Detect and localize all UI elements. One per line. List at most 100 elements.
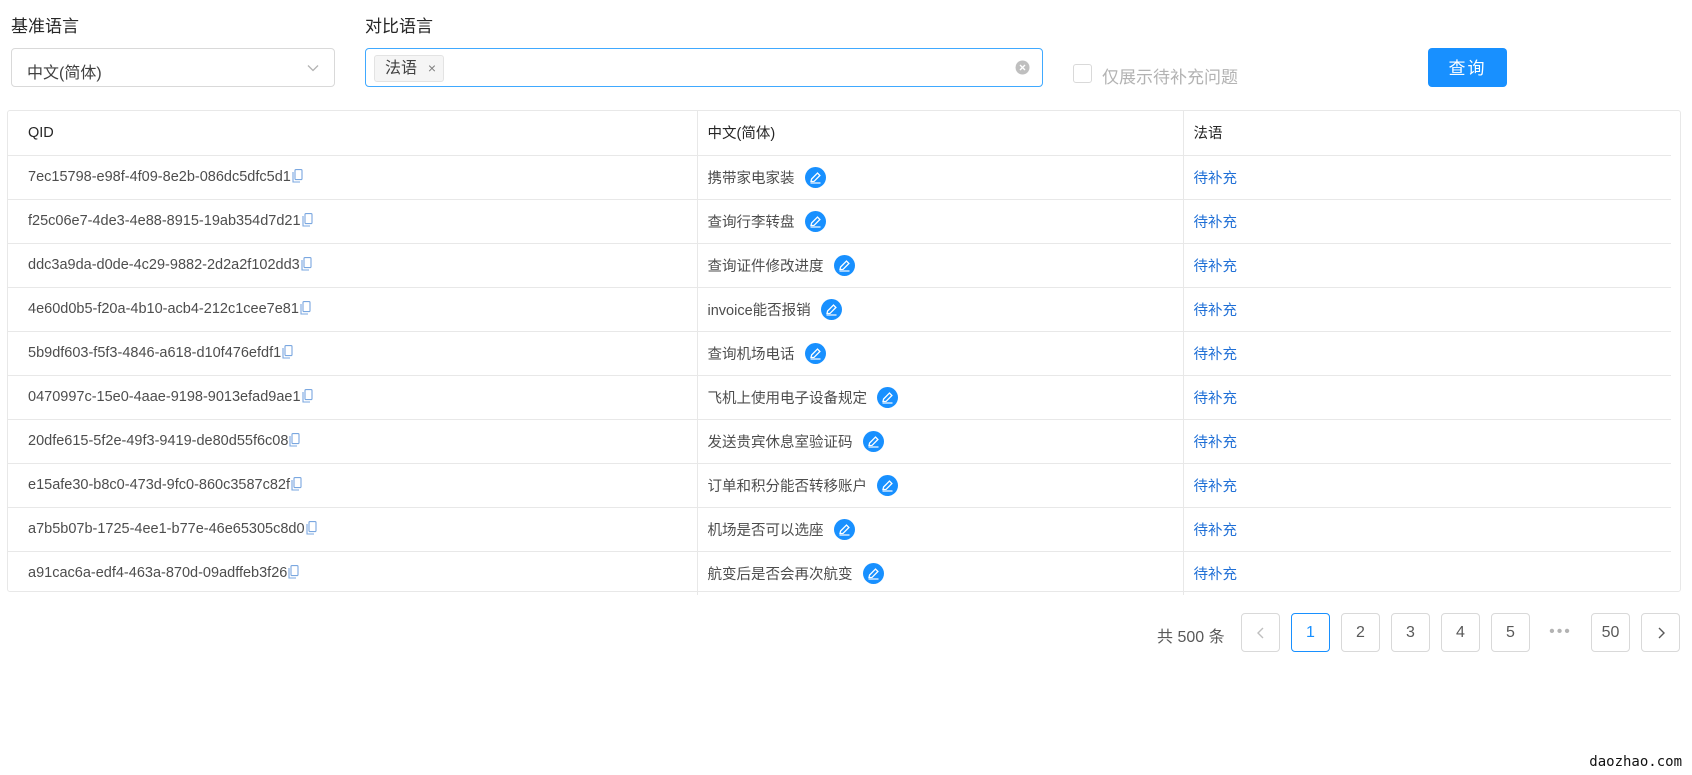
qid-cell: ddc3a9da-d0de-4c29-9882-2d2a2f102dd3	[8, 243, 697, 288]
qid-cell: e15afe30-b8c0-473d-9fc0-860c3587c82f	[8, 463, 697, 508]
total-count: 共 500 条	[1157, 629, 1225, 646]
clear-icon[interactable]	[1015, 60, 1030, 75]
chevron-down-icon	[306, 61, 320, 75]
base-text-cell: 查询机场电话	[696, 331, 1183, 376]
copy-icon[interactable]	[301, 213, 313, 227]
compare-text-cell: 待补充	[1182, 507, 1671, 552]
pending-link[interactable]: 待补充	[1194, 215, 1238, 231]
base-text: 飞机上使用电子设备规定	[707, 390, 868, 407]
edit-icon[interactable]	[833, 254, 855, 276]
pending-link[interactable]: 待补充	[1194, 479, 1238, 495]
base-text-cell: 航变后是否会再次航变	[696, 551, 1183, 595]
compare-language-tag: 法语 ×	[374, 55, 445, 82]
base-text-cell: 订单和积分能否转移账户	[696, 463, 1183, 508]
copy-icon[interactable]	[300, 301, 311, 315]
base-text: 发送贵宾休息室验证码	[707, 434, 853, 451]
copy-icon[interactable]	[292, 169, 303, 183]
pagination: 共 500 条 1 2 3 4 5 ••• 50	[0, 613, 1692, 653]
header-base-language: 中文(简体)	[696, 111, 1183, 156]
pending-link[interactable]: 待补充	[1194, 435, 1238, 451]
prev-page-button[interactable]	[1241, 613, 1280, 652]
copy-icon[interactable]	[301, 389, 313, 403]
copy-icon[interactable]	[291, 477, 302, 491]
page-last[interactable]: 50	[1591, 613, 1630, 652]
qid-text: a7b5b07b-1725-4ee1-b77e-46e65305c8d0	[28, 521, 305, 537]
copy-icon[interactable]	[301, 257, 312, 271]
tag-close-icon[interactable]: ×	[428, 56, 436, 81]
edit-icon[interactable]	[804, 342, 826, 364]
page-3[interactable]: 3	[1391, 613, 1430, 652]
edit-icon[interactable]	[804, 210, 826, 232]
page-1[interactable]: 1	[1291, 613, 1330, 652]
question-table: QID 中文(简体) 法语 7ec15798-e98f-4f09-8e2b-08…	[7, 110, 1681, 595]
qid-cell: 0470997c-15e0-4aae-9198-9013efad9ae1	[8, 375, 697, 420]
compare-text-cell: 待补充	[1182, 287, 1671, 332]
table-row: 5b9df603-f5f3-4846-a618-d10f476efdf1 查询机场…	[8, 331, 1671, 376]
compare-text-cell: 待补充	[1182, 375, 1671, 420]
pending-link[interactable]: 待补充	[1194, 347, 1238, 363]
qid-text: 7ec15798-e98f-4f09-8e2b-086dc5dfc5d1	[28, 169, 291, 185]
qid-text: 5b9df603-f5f3-4846-a618-d10f476efdf1	[28, 345, 282, 361]
base-text: 查询证件修改进度	[707, 258, 824, 275]
base-text: 查询机场电话	[707, 346, 795, 363]
qid-text: f25c06e7-4de3-4e88-8915-19ab354d7d21	[28, 213, 301, 229]
qid-cell: f25c06e7-4de3-4e88-8915-19ab354d7d21	[8, 199, 697, 244]
edit-icon[interactable]	[804, 166, 826, 188]
chevron-left-icon	[1256, 627, 1263, 639]
base-language-label: 基准语言	[11, 17, 79, 36]
base-text-cell: 携带家电家装	[696, 155, 1183, 200]
table-header-row: QID 中文(简体) 法语	[8, 111, 1671, 156]
edit-icon[interactable]	[862, 562, 884, 584]
qid-cell: 5b9df603-f5f3-4846-a618-d10f476efdf1	[8, 331, 697, 376]
only-pending-label: 仅展示待补充问题	[1102, 68, 1238, 87]
base-text-cell: 发送贵宾休息室验证码	[696, 419, 1183, 464]
base-text: 查询行李转盘	[707, 214, 795, 231]
only-pending-checkbox[interactable]	[1073, 64, 1092, 83]
pending-link[interactable]: 待补充	[1194, 171, 1238, 187]
base-text: 携带家电家装	[707, 170, 795, 187]
compare-language-select[interactable]: 法语 ×	[365, 48, 1043, 87]
header-qid: QID	[8, 111, 697, 156]
edit-icon[interactable]	[877, 474, 898, 496]
qid-text: 0470997c-15e0-4aae-9198-9013efad9ae1	[28, 389, 301, 405]
query-button[interactable]: 查询	[1428, 48, 1507, 87]
page-4[interactable]: 4	[1441, 613, 1480, 652]
edit-icon[interactable]	[877, 386, 898, 408]
header-compare-language: 法语	[1182, 111, 1671, 156]
chevron-right-icon	[1658, 627, 1665, 639]
copy-icon[interactable]	[289, 433, 300, 447]
base-language-select[interactable]: 中文(简体)	[11, 48, 335, 87]
base-text-cell: 飞机上使用电子设备规定	[696, 375, 1183, 420]
pending-link[interactable]: 待补充	[1194, 259, 1238, 275]
table: QID 中文(简体) 法语 7ec15798-e98f-4f09-8e2b-08…	[8, 111, 1671, 595]
filter-bar: 基准语言 中文(简体) 对比语言 法语 × 仅展示待补充问题 查询	[0, 0, 1692, 100]
page-ellipsis[interactable]: •••	[1541, 613, 1580, 652]
pending-link[interactable]: 待补充	[1194, 523, 1238, 539]
table-row: ddc3a9da-d0de-4c29-9882-2d2a2f102dd3 查询证件…	[8, 243, 1671, 288]
qid-cell: 20dfe615-5f2e-49f3-9419-de80d55f6c08	[8, 419, 697, 464]
table-row: a91cac6a-edf4-463a-870d-09adffeb3f26 航变后是…	[8, 551, 1671, 595]
base-text-cell: invoice能否报销	[696, 287, 1183, 332]
copy-icon[interactable]	[288, 565, 299, 579]
edit-icon[interactable]	[833, 518, 855, 540]
next-page-button[interactable]	[1641, 613, 1680, 652]
pending-link[interactable]: 待补充	[1194, 391, 1238, 407]
table-row: 7ec15798-e98f-4f09-8e2b-086dc5dfc5d1 携带家电…	[8, 155, 1671, 200]
qid-text: 20dfe615-5f2e-49f3-9419-de80d55f6c08	[28, 433, 289, 449]
base-text-cell: 机场是否可以选座	[696, 507, 1183, 552]
copy-icon[interactable]	[306, 521, 317, 535]
edit-icon[interactable]	[820, 298, 842, 320]
page-5[interactable]: 5	[1491, 613, 1530, 652]
pending-link[interactable]: 待补充	[1194, 303, 1238, 319]
base-text-cell: 查询证件修改进度	[696, 243, 1183, 288]
edit-icon[interactable]	[862, 430, 884, 452]
table-row: 0470997c-15e0-4aae-9198-9013efad9ae1 飞机上使…	[8, 375, 1671, 420]
copy-icon[interactable]	[282, 345, 293, 359]
page-2[interactable]: 2	[1341, 613, 1380, 652]
table-row: a7b5b07b-1725-4ee1-b77e-46e65305c8d0 机场是否…	[8, 507, 1671, 552]
base-text: 订单和积分能否转移账户	[707, 478, 868, 495]
compare-text-cell: 待补充	[1182, 331, 1671, 376]
qid-cell: 7ec15798-e98f-4f09-8e2b-086dc5dfc5d1	[8, 155, 697, 200]
table-row: e15afe30-b8c0-473d-9fc0-860c3587c82f 订单和积…	[8, 463, 1671, 508]
pending-link[interactable]: 待补充	[1194, 567, 1238, 583]
